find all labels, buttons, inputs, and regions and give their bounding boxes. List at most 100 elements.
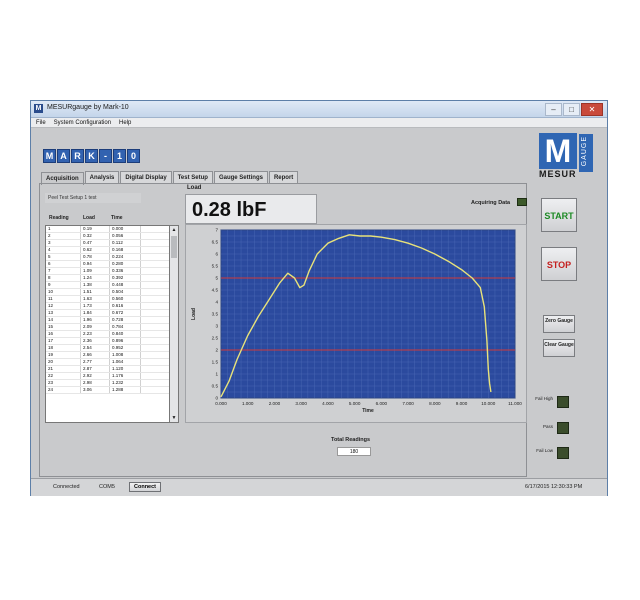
scroll-thumb[interactable] xyxy=(171,236,177,258)
load-cell: 2.87 xyxy=(81,366,110,372)
table-row: 12 1.73 0.616 xyxy=(46,303,178,310)
empty-cell xyxy=(141,345,172,351)
time-cell: 0.560 xyxy=(110,296,141,302)
table-row: 6 0.94 0.280 xyxy=(46,261,178,268)
reading-cell: 15 xyxy=(46,324,81,330)
logo-letter: 1 xyxy=(113,149,126,163)
load-label: Load xyxy=(187,185,202,191)
reading-cell: 21 xyxy=(46,366,81,372)
empty-cell xyxy=(141,261,172,267)
y-tick-label: 4 xyxy=(215,300,218,305)
empty-cell xyxy=(141,366,172,372)
mesurgauge-logo: M MESUR GAUGE xyxy=(539,133,597,179)
menu-help[interactable]: Help xyxy=(119,118,131,127)
stop-button[interactable]: STOP xyxy=(541,247,577,281)
reading-cell: 11 xyxy=(46,296,81,302)
load-cell: 0.47 xyxy=(81,240,110,246)
reading-cell: 2 xyxy=(46,233,81,239)
status-bar: Connected COM5 Connect 6/17/2015 12:30:3… xyxy=(31,478,607,496)
clear-gauge-button[interactable]: Clear Gauge xyxy=(543,339,575,357)
reading-cell: 6 xyxy=(46,261,81,267)
load-cell: 1.73 xyxy=(81,303,110,309)
time-cell: 0.448 xyxy=(110,282,141,288)
table-row: 9 1.38 0.448 xyxy=(46,282,178,289)
y-tick-label: 3.5 xyxy=(212,312,219,317)
empty-cell xyxy=(141,289,172,295)
time-cell: 0.000 xyxy=(110,226,141,232)
empty-cell xyxy=(141,275,172,281)
x-tick-label: 11.000 xyxy=(508,401,522,406)
x-tick-label: 5.000 xyxy=(349,401,361,406)
col-time: Time xyxy=(111,215,123,221)
x-tick-label: 3.000 xyxy=(295,401,307,406)
y-tick-label: 4.5 xyxy=(212,288,219,293)
gauge-word: GAUGE xyxy=(581,136,588,167)
empty-cell xyxy=(141,268,172,274)
fail-low-led xyxy=(557,447,569,459)
empty-cell xyxy=(141,310,172,316)
minimize-button[interactable]: – xyxy=(545,103,562,116)
time-cell: 0.896 xyxy=(110,338,141,344)
setup-name-field: Peel Test Setup 1 test xyxy=(45,193,141,203)
readings-table[interactable]: 1 0.19 0.000 2 0.32 0.056 3 0.47 0.112 4 0.62 0.168… xyxy=(45,225,179,423)
pass-led xyxy=(557,422,569,434)
start-button[interactable]: START xyxy=(541,198,577,232)
load-cell: 2.54 xyxy=(81,345,110,351)
load-cell: 1.24 xyxy=(81,275,110,281)
load-cell: 2.36 xyxy=(81,338,110,344)
zero-gauge-button[interactable]: Zero Gauge xyxy=(543,315,575,333)
empty-cell xyxy=(141,373,172,379)
table-row: 7 1.09 0.336 xyxy=(46,268,178,275)
maximize-button[interactable]: □ xyxy=(563,103,580,116)
menu-bar: File System Configuration Help xyxy=(31,118,607,128)
y-tick-label: 3 xyxy=(215,324,218,329)
table-row: 20 2.77 1.064 xyxy=(46,359,178,366)
load-cell: 0.78 xyxy=(81,254,110,260)
table-row: 16 2.23 0.840 xyxy=(46,331,178,338)
time-cell: 1.288 xyxy=(110,387,141,393)
y-tick-label: 1 xyxy=(215,372,218,377)
time-cell: 1.120 xyxy=(110,366,141,372)
x-tick-label: 0.000 xyxy=(215,401,227,406)
scroll-up-icon[interactable]: ▲ xyxy=(170,226,178,234)
reading-cell: 9 xyxy=(46,282,81,288)
scroll-down-icon[interactable]: ▼ xyxy=(170,414,178,422)
time-cell: 0.840 xyxy=(110,331,141,337)
acquiring-data-label: Acquiring Data xyxy=(471,200,511,206)
mark-10-logo: M A R K - 1 0 xyxy=(43,149,141,163)
logo-letter: R xyxy=(71,149,84,163)
connect-button[interactable]: Connect xyxy=(129,482,161,492)
time-cell: 1.064 xyxy=(110,359,141,365)
logo-letter: 0 xyxy=(127,149,140,163)
load-readout: 0.28 lbF xyxy=(185,194,317,224)
close-button[interactable]: ✕ xyxy=(581,103,603,116)
x-tick-label: 2.000 xyxy=(269,401,281,406)
col-reading: Reading xyxy=(49,215,69,221)
empty-cell xyxy=(141,240,172,246)
reading-cell: 12 xyxy=(46,303,81,309)
status-datetime: 6/17/2015 12:30:33 PM xyxy=(525,484,583,490)
connection-status: Connected xyxy=(53,484,80,490)
menu-system-configuration[interactable]: System Configuration xyxy=(54,118,111,127)
load-cell: 1.09 xyxy=(81,268,110,274)
empty-cell xyxy=(141,352,172,358)
time-cell: 0.784 xyxy=(110,324,141,330)
reading-cell: 23 xyxy=(46,380,81,386)
menu-file[interactable]: File xyxy=(36,118,46,127)
reading-cell: 19 xyxy=(46,352,81,358)
reading-cell: 20 xyxy=(46,359,81,365)
x-tick-label: 9.000 xyxy=(456,401,468,406)
load-cell: 1.51 xyxy=(81,289,110,295)
window-controls: – □ ✕ xyxy=(545,103,603,116)
x-tick-label: 7.000 xyxy=(402,401,414,406)
table-row: 18 2.54 0.952 xyxy=(46,345,178,352)
reading-cell: 8 xyxy=(46,275,81,281)
load-cell: 0.94 xyxy=(81,261,110,267)
load-cell: 0.62 xyxy=(81,247,110,253)
x-axis-label: Time xyxy=(362,408,374,414)
readings-scrollbar[interactable]: ▲ ▼ xyxy=(169,225,179,423)
x-tick-label: 8.000 xyxy=(429,401,441,406)
reading-cell: 5 xyxy=(46,254,81,260)
reading-cell: 14 xyxy=(46,317,81,323)
table-row: 5 0.78 0.224 xyxy=(46,254,178,261)
